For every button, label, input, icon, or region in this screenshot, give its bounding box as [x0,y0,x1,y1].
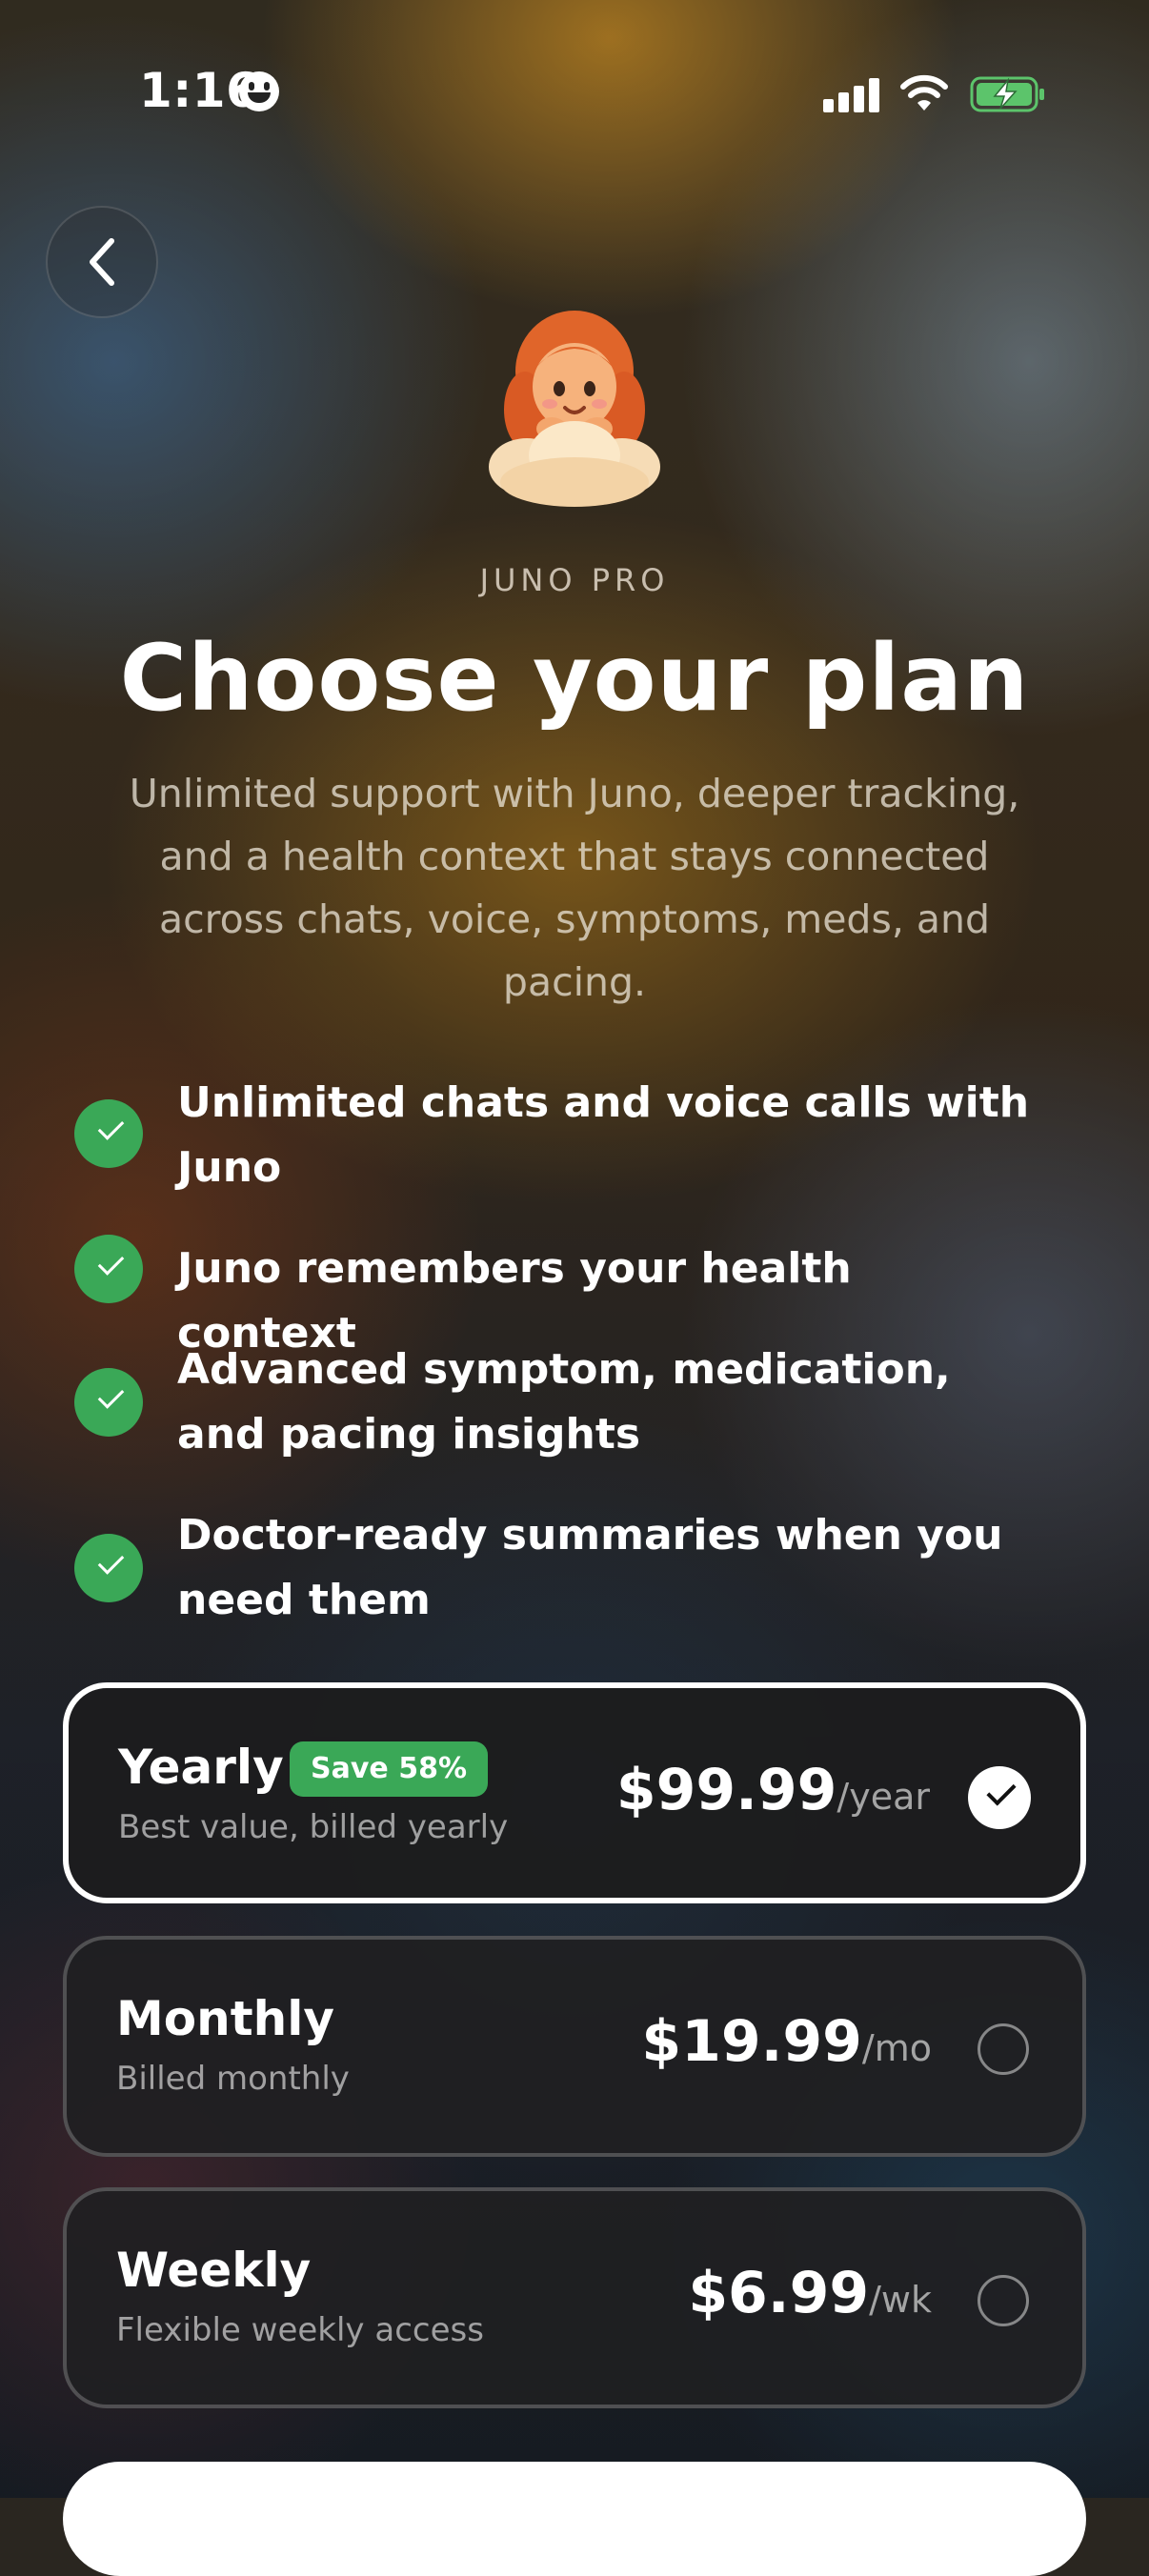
plan-description: Billed monthly [116,2060,350,2098]
plan-price: $99.99/year [616,1757,930,1823]
page-title: Choose your plan [119,625,1030,732]
feature-text: Doctor-ready summaries when you need the… [177,1511,1003,1624]
wifi-icon [900,74,948,111]
juno-mascot-illustration [489,311,660,507]
price-unit: /year [837,1776,930,1818]
plan-price: $19.99/mo [641,2008,932,2075]
radio-button[interactable] [978,2023,1029,2075]
feature-text: Unlimited chats and voice calls with Jun… [177,1078,1030,1192]
savings-badge: Save 58% [290,1741,489,1797]
radio-button[interactable] [978,2275,1029,2326]
plan-name: Yearly [118,1740,284,1795]
price-unit: /mo [861,2027,932,2069]
continue-button[interactable] [63,2462,1086,2576]
price-amount: $99.99 [615,1757,837,1823]
price-amount: $6.99 [688,2260,870,2326]
plan-name: Monthly [116,1991,334,2046]
check-icon [74,1368,143,1437]
plan-description: Flexible weekly access [116,2311,484,2349]
plan-card-yearly[interactable]: Yearly Save 58% Best value, billed yearl… [63,1682,1086,1903]
plan-name: Weekly [116,2243,312,2298]
check-icon [74,1235,143,1303]
plan-price: $6.99/wk [688,2260,932,2326]
product-eyebrow: JUNO PRO [479,562,670,598]
price-amount: $19.99 [641,2008,862,2075]
feature-text: Advanced symptom, medication, and pacing… [177,1345,951,1459]
smiley-icon [239,71,279,111]
plan-description: Best value, billed yearly [118,1808,509,1846]
back-button[interactable] [46,206,158,318]
price-unit: /wk [869,2279,932,2321]
battery-charging-icon [970,76,1044,112]
selected-check-icon[interactable] [968,1766,1031,1829]
check-icon [74,1099,143,1168]
chevron-left-icon [90,238,114,286]
page-subtitle: Unlimited support with Juno, deeper trac… [129,771,1020,1005]
check-icon [74,1534,143,1602]
plan-card-monthly[interactable]: Monthly Billed monthly $19.99/mo [63,1936,1086,2157]
plan-card-weekly[interactable]: Weekly Flexible weekly access $6.99/wk [63,2187,1086,2408]
cellular-signal-icon [823,78,880,112]
